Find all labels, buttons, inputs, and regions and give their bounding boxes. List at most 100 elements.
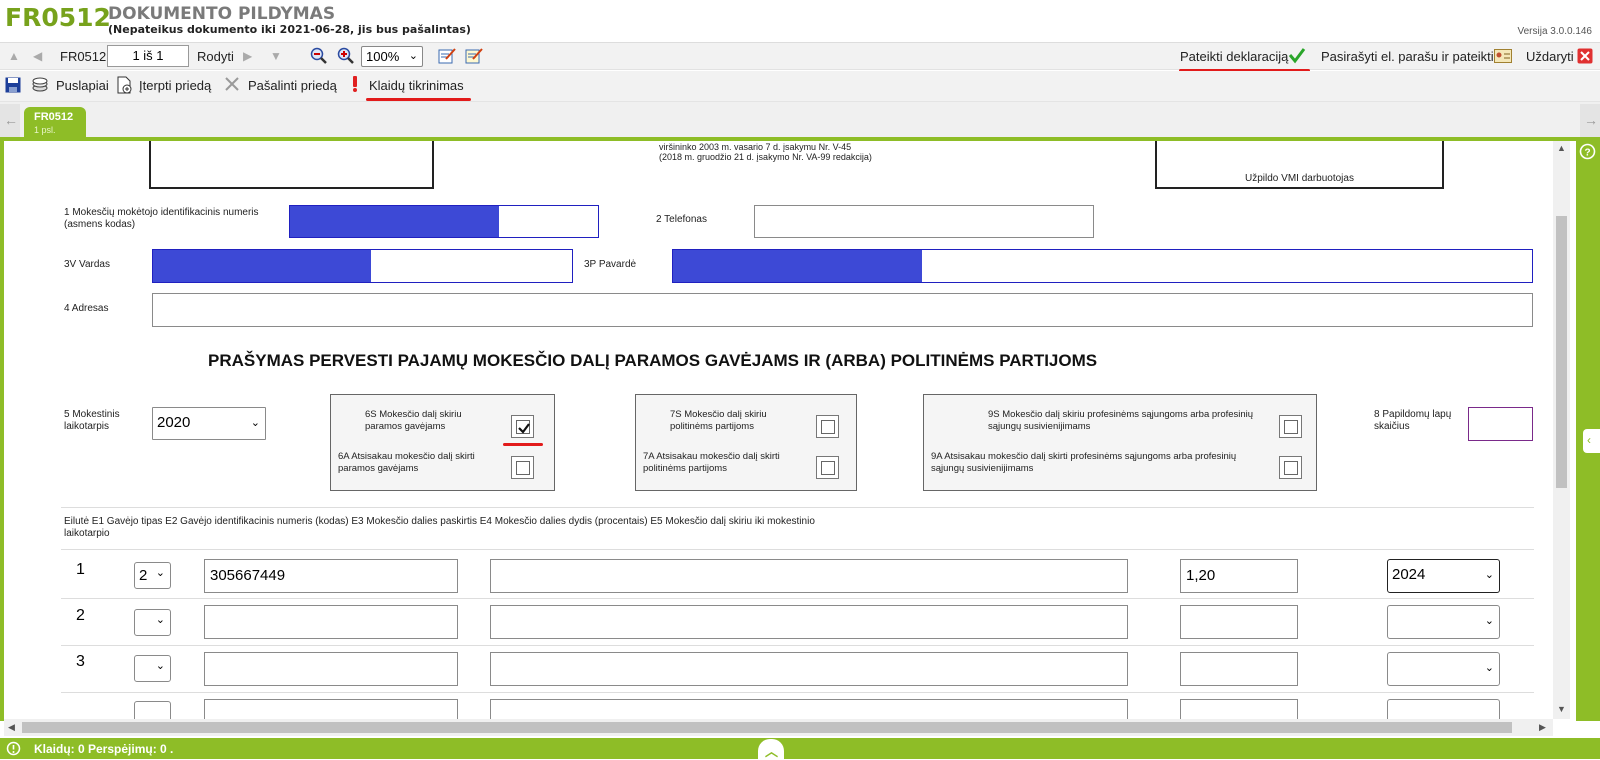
recipient-code-field[interactable]: 305667449 bbox=[204, 559, 458, 593]
close-icon[interactable] bbox=[1577, 48, 1593, 69]
divider bbox=[61, 507, 1534, 508]
recipient-code-field[interactable] bbox=[204, 699, 458, 719]
check-icon[interactable] bbox=[1288, 46, 1306, 69]
error-check-button[interactable]: Klaidų tikrinimas bbox=[369, 78, 464, 93]
edit-form-icon[interactable] bbox=[438, 47, 456, 70]
error-icon[interactable] bbox=[350, 75, 360, 98]
year-select[interactable]: 2024 ⌄ bbox=[1387, 559, 1500, 593]
c6s-label: 6S Mokesčio dalį skiriu paramos gavėjams bbox=[365, 409, 462, 432]
f3v-label: 3V Vardas bbox=[64, 259, 110, 270]
purpose-field[interactable] bbox=[490, 652, 1128, 686]
next-page-icon[interactable]: ▶ bbox=[243, 49, 252, 63]
redacted-fill bbox=[673, 250, 923, 282]
c9s-checkbox[interactable] bbox=[1279, 415, 1302, 438]
remove-attachment-icon[interactable] bbox=[224, 76, 240, 97]
year-select[interactable]: ⌄ bbox=[1387, 652, 1500, 686]
group-9: 9S Mokesčio dalį skiriu profesinėms sąju… bbox=[923, 394, 1317, 491]
redacted-fill bbox=[290, 206, 500, 237]
purpose-field[interactable] bbox=[490, 605, 1128, 639]
recipient-code-field[interactable] bbox=[204, 605, 458, 639]
side-panel: ? ‹ bbox=[1576, 139, 1600, 721]
group-6: 6S Mokesčio dalį skiriu paramos gavėjams… bbox=[330, 394, 555, 491]
main-toolbar: ▲ ◀ FR0512 1 iš 1 Rodyti ▶ ▼ 100% ⌄ Pate… bbox=[0, 42, 1600, 72]
taxpayer-id-field[interactable] bbox=[289, 205, 599, 238]
recipient-type-select[interactable] bbox=[134, 701, 171, 719]
scroll-down-icon[interactable]: ▼ bbox=[1557, 704, 1566, 714]
tab-scroll-right[interactable]: → bbox=[1580, 104, 1600, 138]
f2-label: 2 Telefonas bbox=[656, 214, 707, 225]
first-page-icon[interactable]: ▲ bbox=[8, 49, 20, 63]
close-button[interactable]: Uždaryti bbox=[1526, 49, 1574, 64]
purpose-field[interactable] bbox=[490, 699, 1128, 719]
signature-card-icon[interactable] bbox=[1494, 49, 1512, 68]
f4-label: 4 Adresas bbox=[64, 303, 109, 314]
tab-fr0512[interactable]: FR0512 1 psl. bbox=[24, 107, 86, 140]
chevron-down-icon: ⌄ bbox=[408, 50, 418, 62]
divider bbox=[61, 692, 1534, 693]
extra-pages-field[interactable] bbox=[1468, 407, 1533, 441]
percent-field[interactable]: 1,20 bbox=[1180, 559, 1298, 593]
sign-and-submit-button[interactable]: Pasirašyti el. parašu ir pateikti bbox=[1321, 49, 1494, 64]
stamp-box-left bbox=[149, 141, 434, 189]
f1-label: 1 Mokesčių mokėtojo identifikacinis nume… bbox=[64, 207, 259, 230]
zoom-out-icon[interactable] bbox=[310, 47, 328, 70]
prev-page-icon[interactable]: ◀ bbox=[33, 49, 42, 63]
scroll-right-icon[interactable]: ▶ bbox=[1539, 722, 1546, 733]
page-input[interactable]: 1 iš 1 bbox=[107, 45, 189, 67]
redacted-fill bbox=[153, 250, 371, 282]
collapse-panel-button[interactable]: ‹ bbox=[1583, 429, 1600, 453]
first-name-field[interactable] bbox=[152, 249, 573, 283]
info-icon bbox=[6, 741, 21, 759]
c7a-checkbox[interactable] bbox=[816, 456, 839, 479]
submit-declaration-button[interactable]: Pateikti deklaraciją bbox=[1180, 49, 1288, 64]
scroll-left-icon[interactable]: ◀ bbox=[8, 722, 15, 733]
horizontal-scrollbar[interactable]: ◀ ▶ bbox=[4, 719, 1553, 736]
percent-field[interactable] bbox=[1180, 699, 1298, 719]
c7s-checkbox[interactable] bbox=[816, 415, 839, 438]
tax-period-value: 2020 bbox=[157, 414, 191, 431]
last-name-field[interactable] bbox=[672, 249, 1533, 283]
insert-attachment-button[interactable]: Įterpti priedą bbox=[139, 78, 211, 93]
insert-attachment-icon[interactable] bbox=[115, 76, 133, 99]
save-icon[interactable] bbox=[5, 77, 21, 98]
zoom-in-icon[interactable] bbox=[337, 47, 355, 70]
c9a-checkbox[interactable] bbox=[1279, 456, 1302, 479]
recipient-type-select[interactable]: ⌄ bbox=[134, 609, 171, 636]
chevron-left-icon: ‹ bbox=[1587, 433, 1591, 447]
year-select[interactable] bbox=[1387, 699, 1500, 719]
last-page-icon[interactable]: ▼ bbox=[270, 49, 282, 63]
tax-period-select[interactable]: 2020 ⌄ bbox=[152, 407, 266, 440]
show-button[interactable]: Rodyti bbox=[197, 49, 234, 64]
app-header: FR0512 DOKUMENTO PILDYMAS (Nepateikus do… bbox=[0, 0, 1600, 42]
zoom-select[interactable]: 100% ⌄ bbox=[361, 46, 423, 67]
vertical-scrollbar[interactable]: ▲ ▼ bbox=[1553, 141, 1570, 719]
expand-panel-button[interactable]: ︿ bbox=[758, 739, 784, 759]
tab-scroll-left[interactable]: ← bbox=[0, 104, 20, 138]
address-field[interactable] bbox=[152, 293, 1533, 327]
c6a-label: 6A Atsisakau mokesčio dalį skirti paramo… bbox=[338, 451, 475, 474]
c6s-checkbox[interactable] bbox=[511, 415, 534, 438]
scroll-thumb[interactable] bbox=[22, 722, 1512, 733]
divider bbox=[61, 549, 1534, 550]
year-select[interactable]: ⌄ bbox=[1387, 605, 1500, 639]
chevron-down-icon: ⌄ bbox=[250, 417, 260, 429]
recipient-type-select[interactable]: 2 ⌄ bbox=[134, 562, 171, 589]
recipient-code-field[interactable] bbox=[204, 652, 458, 686]
recipient-type-select[interactable]: ⌄ bbox=[134, 655, 171, 682]
pages-button[interactable]: Puslapiai bbox=[56, 78, 109, 93]
percent-field[interactable] bbox=[1180, 605, 1298, 639]
pages-icon[interactable] bbox=[31, 76, 49, 99]
scroll-thumb[interactable] bbox=[1556, 216, 1567, 488]
divider bbox=[61, 598, 1534, 599]
c6a-checkbox[interactable] bbox=[511, 456, 534, 479]
tab-pages: 1 psl. bbox=[34, 125, 56, 135]
percent-field[interactable] bbox=[1180, 652, 1298, 686]
status-bar: Klaidų: 0 Perspėjimų: 0 . ︿ bbox=[0, 738, 1600, 759]
document-code: FR0512 bbox=[5, 3, 111, 32]
purpose-field[interactable] bbox=[490, 559, 1128, 593]
remove-attachment-button[interactable]: Pašalinti priedą bbox=[248, 78, 337, 93]
phone-field[interactable] bbox=[754, 205, 1094, 238]
scroll-up-icon[interactable]: ▲ bbox=[1557, 143, 1566, 153]
edit-all-icon[interactable] bbox=[465, 47, 483, 70]
help-icon[interactable]: ? bbox=[1579, 143, 1596, 165]
